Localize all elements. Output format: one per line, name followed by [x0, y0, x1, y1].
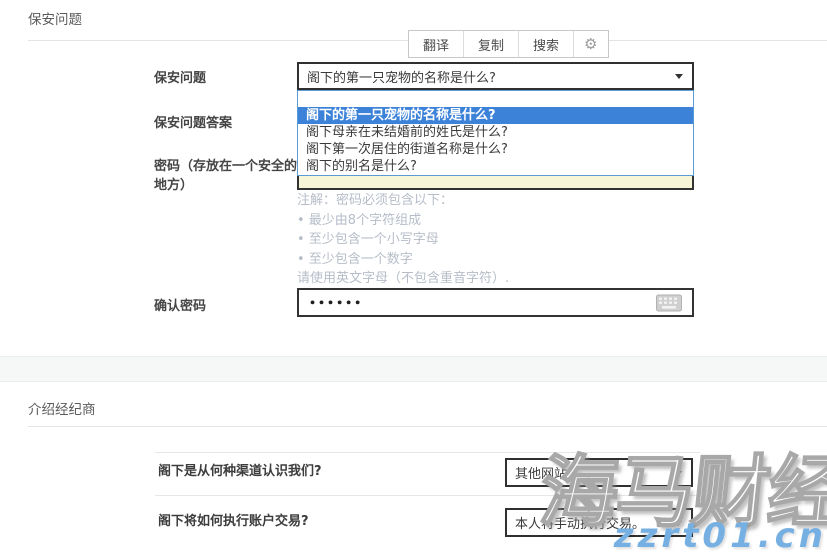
- security-question-label: 保安问题: [154, 69, 206, 88]
- dropdown-option-mother-maiden-name[interactable]: 阁下母亲在未结婚前的姓氏是什么?: [298, 124, 693, 141]
- page: 保安问题 翻译 复制 搜索 ⚙ 保安问题 阁下的第一只宠物的名称是什么? 阁下的…: [0, 0, 827, 559]
- security-question-select[interactable]: 阁下的第一只宠物的名称是什么?: [297, 62, 694, 90]
- gear-icon: ⚙: [584, 35, 597, 53]
- password-hint-line: • 至少包含一个数字: [297, 250, 509, 270]
- section-gap: [0, 356, 827, 382]
- chevron-down-icon: [674, 521, 682, 526]
- password-hint-line: 注解：密码必须包含以下：: [297, 191, 509, 211]
- password-hint-line: 请使用英文字母（不包含重音字符）.: [297, 269, 509, 289]
- confirm-password-input[interactable]: ••••••: [297, 288, 694, 317]
- password-label: 密码（存放在一个安全的地方）: [154, 157, 302, 195]
- trade-execution-label: 阁下将如何执行账户交易?: [158, 510, 309, 529]
- search-button[interactable]: 搜索: [518, 31, 573, 57]
- trade-execution-selected-value: 本人将手动执行交易。: [507, 513, 645, 532]
- dropdown-option-nickname[interactable]: 阁下的别名是什么?: [298, 158, 693, 175]
- confirm-password-label: 确认密码: [154, 297, 206, 316]
- dropdown-option-first-street[interactable]: 阁下第一次居住的街道名称是什么?: [298, 141, 693, 158]
- dropdown-option-blank[interactable]: [298, 91, 693, 107]
- translate-popup-toolbar: 翻译 复制 搜索 ⚙: [408, 30, 609, 58]
- trade-execution-select[interactable]: 本人将手动执行交易。: [505, 508, 693, 537]
- chevron-down-icon: [675, 74, 683, 79]
- section-title-broker: 介绍经纪商: [28, 398, 96, 418]
- password-hint-line: • 至少包含一个小写字母: [297, 230, 509, 250]
- copy-button[interactable]: 复制: [463, 31, 518, 57]
- section-divider: [28, 426, 827, 427]
- password-hints: 注解：密码必须包含以下： • 最少由8个字符组成 • 至少包含一个小写字母 • …: [297, 191, 509, 289]
- masked-password-value: ••••••: [309, 296, 363, 309]
- security-question-dropdown-list: 阁下的第一只宠物的名称是什么? 阁下母亲在未结婚前的姓氏是什么? 阁下第一次居住…: [297, 90, 694, 176]
- settings-button[interactable]: ⚙: [573, 31, 607, 57]
- password-hint-line: • 最少由8个字符组成: [297, 211, 509, 231]
- chevron-down-icon: [674, 471, 682, 476]
- translate-button[interactable]: 翻译: [409, 31, 463, 57]
- referral-source-select[interactable]: 其他网站: [505, 458, 693, 487]
- referral-source-selected-value: 其他网站: [507, 463, 567, 482]
- security-answer-label: 保安问题答案: [154, 114, 232, 133]
- section-title-security: 保安问题: [28, 8, 82, 28]
- security-question-selected-value: 阁下的第一只宠物的名称是什么?: [299, 67, 496, 86]
- keyboard-icon: [656, 294, 682, 311]
- dropdown-option-pet-name[interactable]: 阁下的第一只宠物的名称是什么?: [298, 107, 693, 124]
- row-divider: [155, 452, 700, 453]
- referral-source-label: 阁下是从何种渠道认识我们?: [158, 460, 322, 479]
- row-divider: [155, 495, 700, 496]
